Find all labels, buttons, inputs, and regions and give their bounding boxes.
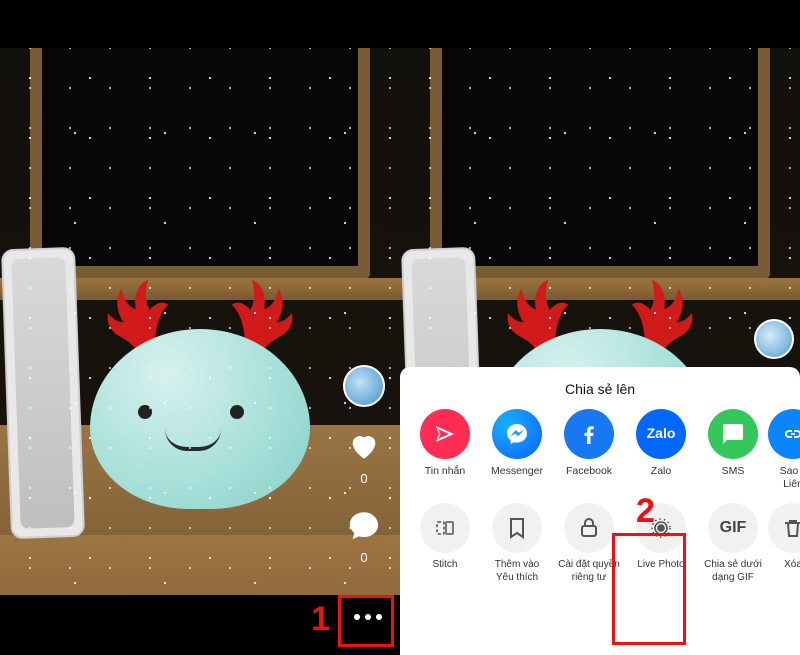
share-sms[interactable]: SMS	[700, 409, 766, 491]
share-sheet: Chia sẻ lên Tin nhắn Messenger Facebook	[400, 367, 800, 655]
stitch-icon	[420, 503, 470, 553]
more-options-button[interactable]	[348, 597, 388, 637]
share-dm-label: Tin nhắn	[425, 465, 465, 478]
annotation-label-1: 1	[311, 600, 330, 639]
action-privacy-label: Cài đặt quyền riêng tư	[558, 559, 620, 584]
action-delete[interactable]: Xóa	[772, 503, 800, 584]
share-copylink-label: Sao c Liên	[780, 465, 800, 491]
share-sheet-title: Chia sẻ lên	[400, 381, 800, 397]
share-actions-row: Stitch Thêm vào Yêu thích Cài đặt quyền …	[400, 503, 800, 584]
trash-icon	[768, 503, 800, 553]
author-avatar[interactable]	[754, 319, 794, 359]
zalo-icon: Zalo	[636, 409, 686, 459]
like-button[interactable]	[345, 427, 383, 465]
link-icon	[768, 409, 800, 459]
comment-button[interactable]	[345, 506, 383, 544]
share-facebook-label: Facebook	[566, 465, 612, 478]
share-dm[interactable]: Tin nhắn	[412, 409, 478, 491]
like-count: 0	[360, 471, 367, 486]
sms-icon	[708, 409, 758, 459]
comment-count: 0	[360, 550, 367, 565]
facebook-icon	[564, 409, 614, 459]
author-avatar[interactable]	[343, 365, 385, 407]
share-copylink[interactable]: Sao c Liên	[772, 409, 800, 491]
send-icon	[420, 409, 470, 459]
share-messenger[interactable]: Messenger	[484, 409, 550, 491]
share-sms-label: SMS	[722, 465, 745, 478]
action-favorite-label: Thêm vào Yêu thích	[495, 559, 539, 584]
gif-icon: GIF	[708, 503, 758, 553]
screenshot-step-2: Chia sẻ lên Tin nhắn Messenger Facebook	[400, 0, 800, 655]
share-targets-row: Tin nhắn Messenger Facebook Zalo Zalo	[400, 409, 800, 491]
screenshot-step-1: 0 0 1	[0, 0, 400, 655]
action-gif-label: Chia sẻ dưới dạng GIF	[704, 559, 762, 584]
action-delete-label: Xóa	[784, 559, 800, 572]
bookmark-icon	[492, 503, 542, 553]
video-action-rail: 0 0	[340, 365, 388, 565]
comment-icon	[347, 508, 381, 542]
action-livephoto-label: Live Photo	[637, 559, 684, 572]
action-stitch[interactable]: Stitch	[412, 503, 478, 584]
share-messenger-label: Messenger	[491, 465, 543, 478]
annotation-label-2: 2	[636, 492, 655, 531]
action-stitch-label: Stitch	[432, 559, 457, 572]
share-zalo[interactable]: Zalo Zalo	[628, 409, 694, 491]
share-facebook[interactable]: Facebook	[556, 409, 622, 491]
action-gif[interactable]: GIF Chia sẻ dưới dạng GIF	[700, 503, 766, 584]
heart-icon	[347, 429, 381, 463]
messenger-icon	[492, 409, 542, 459]
action-favorite[interactable]: Thêm vào Yêu thích	[484, 503, 550, 584]
share-zalo-label: Zalo	[651, 465, 671, 478]
action-privacy[interactable]: Cài đặt quyền riêng tư	[556, 503, 622, 584]
lock-icon	[564, 503, 614, 553]
